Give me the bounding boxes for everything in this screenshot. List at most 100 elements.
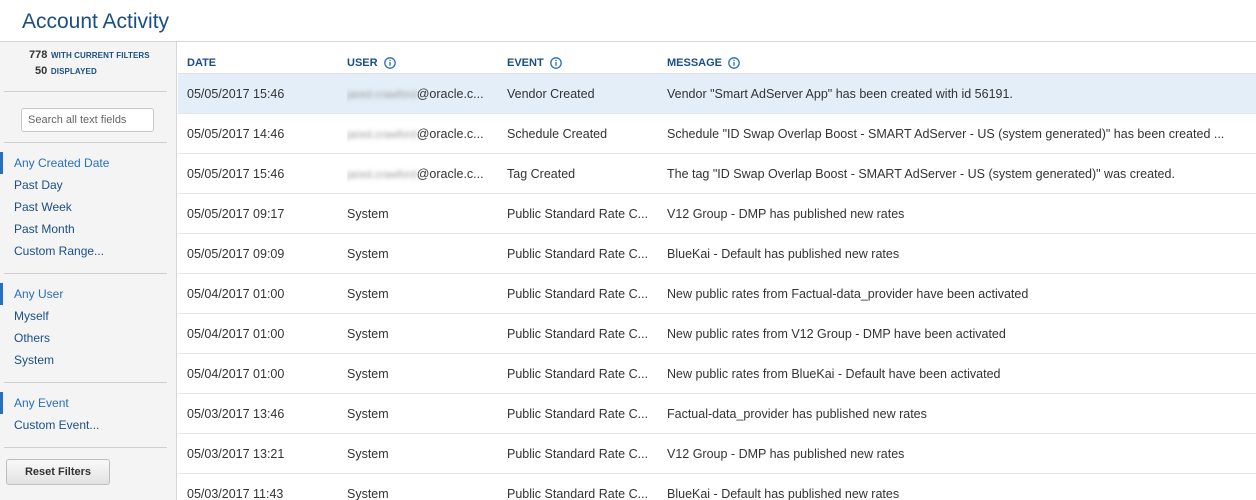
- cell-date: 05/03/2017 11:43: [187, 487, 284, 500]
- divider: [4, 273, 167, 274]
- user-text: @oracle.c...: [416, 167, 484, 181]
- cell-message: Factual-data_provider has published new …: [667, 407, 927, 421]
- cell-date: 05/05/2017 09:17: [187, 207, 285, 221]
- divider: [4, 142, 167, 143]
- cell-date: 05/05/2017 15:46: [187, 167, 285, 181]
- result-counts: 778 WITH CURRENT FILTERS 50 DISPLAYED: [0, 46, 177, 78]
- cell-date: 05/04/2017 01:00: [187, 367, 285, 381]
- cell-event: Public Standard Rate C...: [507, 487, 649, 500]
- table-row[interactable]: 05/05/2017 15:46 jared.crawford@oracle.c.…: [178, 154, 1256, 194]
- count-displayed: 50 DISPLAYED: [35, 65, 97, 77]
- count-current-filters: 778 WITH CURRENT FILTERS: [29, 49, 150, 61]
- cell-user: System: [347, 434, 497, 474]
- column-header-message[interactable]: MESSAGE: [667, 57, 740, 69]
- table-row[interactable]: 05/04/2017 01:00 System Public Standard Ra…: [178, 314, 1256, 354]
- cell-user: System: [347, 274, 497, 314]
- user-text: System: [347, 447, 389, 461]
- user-text: System: [347, 327, 389, 341]
- table-header: DATE USER EVENT MESSAGE: [178, 42, 1256, 74]
- table-row[interactable]: 05/05/2017 09:09 System Public Standard Ra…: [178, 234, 1256, 274]
- cell-event: Public Standard Rate C...: [507, 367, 649, 381]
- cell-message: New public rates from Factual-data_provi…: [667, 287, 1029, 301]
- cell-user: jared.crawford@oracle.c...: [347, 154, 497, 194]
- filter-past-month[interactable]: Past Month: [0, 218, 177, 240]
- filter-any-user[interactable]: Any User: [0, 283, 177, 305]
- cell-message: BlueKai - Default has published new rate…: [667, 247, 900, 261]
- table-row[interactable]: 05/05/2017 09:17 System Public Standard Ra…: [178, 194, 1256, 234]
- redacted-username: jared.crawford: [347, 129, 417, 141]
- cell-event: Public Standard Rate C...: [507, 287, 649, 301]
- table-row[interactable]: 05/04/2017 01:00 System Public Standard Ra…: [178, 274, 1256, 314]
- cell-date: 05/04/2017 01:00: [187, 287, 285, 301]
- search-input[interactable]: [21, 108, 154, 132]
- cell-user: System: [347, 354, 497, 394]
- info-icon[interactable]: [549, 57, 562, 69]
- divider: [4, 91, 167, 92]
- cell-date: 05/05/2017 15:46: [187, 87, 285, 101]
- column-header-date[interactable]: DATE: [187, 57, 216, 69]
- cell-message: V12 Group - DMP has published new rates: [667, 447, 905, 461]
- column-header-event[interactable]: EVENT: [507, 57, 562, 69]
- cell-date: 05/03/2017 13:46: [187, 407, 285, 421]
- user-text: System: [347, 407, 389, 421]
- info-icon[interactable]: [728, 57, 740, 69]
- cell-date: 05/04/2017 01:00: [187, 327, 285, 341]
- cell-event: Tag Created: [507, 167, 576, 181]
- cell-event: Schedule Created: [507, 127, 608, 141]
- cell-message: New public rates from V12 Group - DMP ha…: [667, 327, 1006, 341]
- user-text: System: [347, 287, 389, 301]
- filter-any-event[interactable]: Any Event: [0, 392, 177, 414]
- cell-message: V12 Group - DMP has published new rates: [667, 207, 905, 221]
- filter-system[interactable]: System: [0, 349, 177, 371]
- info-icon[interactable]: [383, 57, 396, 69]
- activity-table: DATE USER EVENT MESSAGE 05/05/2017 15:46…: [178, 42, 1256, 500]
- cell-date: 05/05/2017 09:09: [187, 247, 285, 261]
- cell-event: Public Standard Rate C...: [507, 207, 649, 221]
- table-row[interactable]: 05/05/2017 15:46 jared.crawford@oracle.c.…: [178, 74, 1256, 114]
- user-text: System: [347, 207, 389, 221]
- cell-user: jared.crawford@oracle.c...: [347, 114, 497, 154]
- user-filter-group: Any User Myself Others System: [0, 283, 177, 371]
- filter-past-week[interactable]: Past Week: [0, 196, 177, 218]
- table-row[interactable]: 05/03/2017 13:21 System Public Standard Ra…: [178, 434, 1256, 474]
- cell-date: 05/05/2017 14:46: [187, 127, 285, 141]
- cell-event: Vendor Created: [507, 87, 595, 101]
- cell-date: 05/03/2017 13:21: [187, 447, 285, 461]
- filter-others[interactable]: Others: [0, 327, 177, 349]
- page-header: Account Activity: [0, 0, 1256, 42]
- cell-message: Vendor "Smart AdServer App" has been cre…: [667, 87, 1013, 101]
- user-text: @oracle.c...: [416, 127, 484, 141]
- cell-message: BlueKai - Default has published new rate…: [667, 487, 900, 500]
- event-filter-group: Any Event Custom Event...: [0, 392, 177, 436]
- table-row[interactable]: 05/03/2017 13:46 System Public Standard Ra…: [178, 394, 1256, 434]
- reset-filters-button[interactable]: Reset Filters: [6, 459, 110, 485]
- date-filter-group: Any Created Date Past Day Past Week Past…: [0, 152, 177, 262]
- user-text: @oracle.c...: [416, 87, 484, 101]
- cell-event: Public Standard Rate C...: [507, 247, 649, 261]
- divider: [4, 382, 167, 383]
- table-row[interactable]: 05/03/2017 11:43 System Public Standard Ra…: [178, 474, 1256, 500]
- filter-custom-event[interactable]: Custom Event...: [0, 414, 177, 436]
- filter-myself[interactable]: Myself: [0, 305, 177, 327]
- user-text: System: [347, 367, 389, 381]
- cell-message: The tag "ID Swap Overlap Boost - SMART A…: [667, 167, 1175, 181]
- cell-event: Public Standard Rate C...: [507, 407, 649, 421]
- column-header-user[interactable]: USER: [347, 57, 396, 69]
- table-row[interactable]: 05/05/2017 14:46 jared.crawford@oracle.c.…: [178, 114, 1256, 154]
- cell-user: System: [347, 314, 497, 354]
- user-text: System: [347, 247, 389, 261]
- filter-custom-range[interactable]: Custom Range...: [0, 240, 177, 262]
- redacted-username: jared.crawford: [347, 169, 417, 181]
- cell-user: System: [347, 474, 497, 500]
- filter-past-day[interactable]: Past Day: [0, 174, 177, 196]
- user-text: System: [347, 487, 389, 500]
- cell-event: Public Standard Rate C...: [507, 327, 649, 341]
- cell-user: System: [347, 234, 497, 274]
- table-row[interactable]: 05/04/2017 01:00 System Public Standard Ra…: [178, 354, 1256, 394]
- page-title: Account Activity: [22, 10, 170, 33]
- cell-user: System: [347, 394, 497, 434]
- filter-any-created-date[interactable]: Any Created Date: [0, 152, 177, 174]
- redacted-username: jared.crawford: [347, 89, 417, 101]
- divider: [4, 447, 167, 448]
- cell-message: Schedule "ID Swap Overlap Boost - SMART …: [667, 127, 1225, 141]
